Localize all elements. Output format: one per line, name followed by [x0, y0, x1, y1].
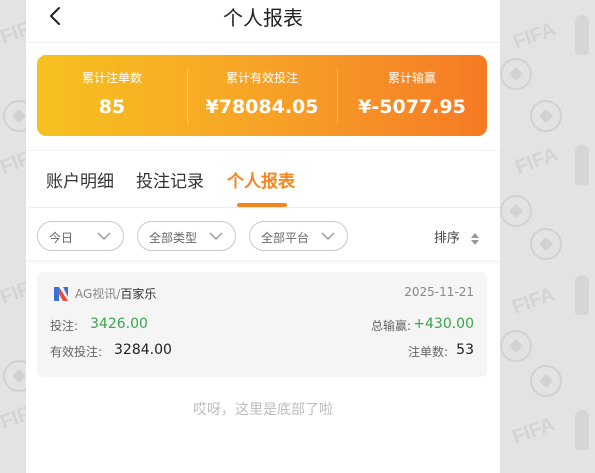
soccer-ball-icon — [530, 228, 562, 260]
sort-button[interactable]: 排序 — [434, 227, 480, 246]
soccer-ball-icon — [500, 58, 532, 90]
platform-name: AG视讯 — [75, 287, 117, 301]
report-record-card[interactable]: AG视讯/百家乐 2025-11-21 投注: 3426.00 总输赢: +43… — [37, 272, 487, 377]
summary-value: 85 — [98, 96, 126, 118]
tab-bar: 账户明细 投注记录 个人报表 — [26, 150, 500, 207]
winloss-label: 总输赢: — [371, 319, 412, 333]
summary-card: 累计注单数 85 累计有效投注 ¥78084.05 累计输赢 ¥-5077.95 — [37, 55, 487, 136]
bet-label: 投注: — [50, 319, 79, 333]
summary-label: 累计注单数 — [81, 71, 142, 85]
type-filter-label: 全部类型 — [149, 231, 198, 245]
date-filter-dropdown[interactable]: 今日 — [37, 221, 124, 251]
summary-winloss: 累计输赢 ¥-5077.95 — [337, 55, 487, 136]
fifa-watermark: FIFA — [509, 283, 558, 319]
summary-bet-count: 累计注单数 85 — [37, 55, 187, 136]
trophy-icon — [575, 410, 589, 450]
sort-arrows-icon — [471, 232, 479, 245]
type-filter-dropdown[interactable]: 全部类型 — [137, 221, 236, 251]
end-of-list-message: 哎呀，这里是底部了啦 — [193, 402, 333, 418]
soccer-ball-icon — [530, 365, 562, 397]
trophy-icon — [575, 15, 589, 55]
summary-value: ¥78084.05 — [205, 96, 319, 118]
soccer-ball-icon — [530, 100, 562, 132]
winloss-value: +430.00 — [413, 316, 474, 332]
summary-label: 累计有效投注 — [225, 71, 298, 85]
record-date: 2025-11-21 — [404, 285, 474, 299]
page-title: 个人报表 — [223, 6, 303, 30]
chevron-down-icon — [321, 232, 335, 241]
fifa-watermark: FIFA — [509, 413, 558, 449]
tab-bet-records[interactable]: 投注记录 — [136, 167, 204, 192]
bet-count-label: 注单数: — [408, 345, 449, 359]
fifa-watermark: FIFA — [512, 143, 561, 179]
bet-count-value: 53 — [456, 342, 474, 358]
bet-value: 3426.00 — [90, 316, 148, 332]
summary-valid-bet: 累计有效投注 ¥78084.05 — [187, 55, 337, 136]
sort-label: 排序 — [433, 231, 460, 246]
game-name: AG视讯/百家乐 — [75, 285, 156, 302]
trophy-icon — [575, 275, 589, 315]
game-title: 百家乐 — [120, 287, 157, 301]
fifa-watermark: FIFA — [510, 18, 559, 54]
soccer-ball-icon — [500, 330, 532, 362]
chevron-down-icon — [97, 232, 111, 241]
platform-filter-dropdown[interactable]: 全部平台 — [249, 221, 348, 251]
app-screen: 个人报表 累计注单数 85 累计有效投注 ¥78084.05 累计输赢 ¥-50… — [26, 0, 500, 473]
date-filter-label: 今日 — [49, 231, 74, 245]
tab-personal-report[interactable]: 个人报表 — [227, 167, 295, 192]
ag-logo-icon — [54, 287, 68, 301]
filter-bar: 今日 全部类型 全部平台 排序 — [26, 207, 500, 260]
valid-bet-label: 有效投注: — [50, 345, 103, 359]
trophy-icon — [575, 145, 589, 185]
summary-value: ¥-5077.95 — [358, 96, 466, 118]
tab-account-details[interactable]: 账户明细 — [46, 167, 114, 192]
valid-bet-value: 3284.00 — [114, 342, 172, 358]
platform-filter-label: 全部平台 — [261, 231, 310, 245]
soccer-ball-icon — [500, 195, 532, 227]
summary-label: 累计输赢 — [387, 71, 436, 85]
header: 个人报表 — [26, 0, 500, 43]
chevron-down-icon — [209, 232, 223, 241]
